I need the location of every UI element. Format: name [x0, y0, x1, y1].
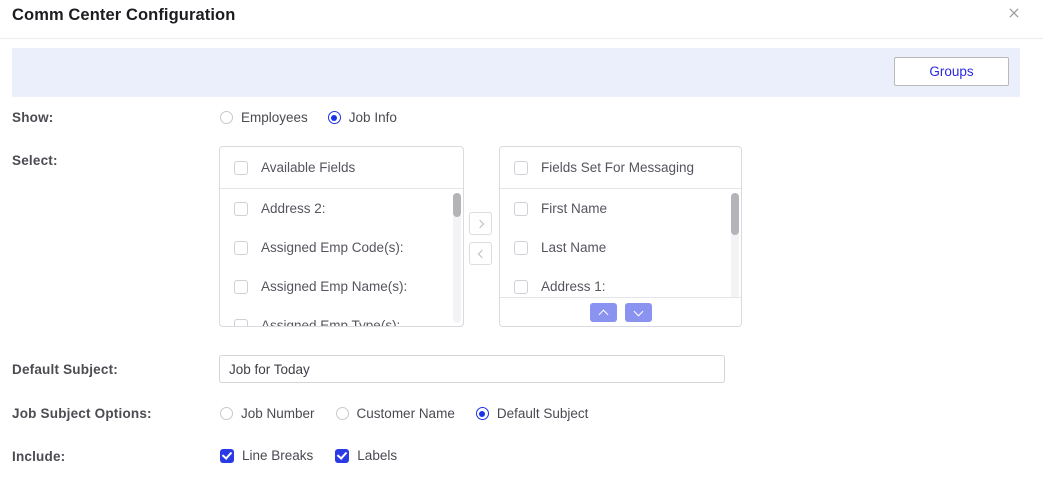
list-item-checkbox[interactable]	[514, 279, 528, 294]
default-subject-input[interactable]	[219, 355, 725, 383]
checkbox-indicator	[335, 448, 350, 463]
move-down-button[interactable]	[624, 303, 652, 322]
scrollbar-thumb[interactable]	[731, 193, 739, 235]
available-fields-list[interactable]: Address 2: Assigned Emp Code(s): Assigne…	[220, 189, 463, 327]
checkbox-line-breaks[interactable]: Line Breaks	[220, 448, 313, 463]
chevron-down-icon	[633, 306, 643, 316]
chevron-up-icon	[598, 309, 608, 319]
list-item-checkbox[interactable]	[234, 240, 248, 255]
radio-label: Default Subject	[496, 406, 589, 421]
radio-indicator	[335, 407, 349, 420]
list-item-checkbox[interactable]	[234, 201, 248, 216]
list-item[interactable]: Assigned Emp Type(s):	[220, 306, 463, 327]
scrollbar-thumb[interactable]	[453, 193, 461, 217]
list-item[interactable]: Assigned Emp Name(s):	[220, 267, 463, 306]
radio-customer-name[interactable]: Customer Name	[335, 406, 455, 421]
radio-default-subject[interactable]: Default Subject	[475, 406, 589, 421]
radio-label: Job Info	[348, 110, 397, 125]
checkbox-label: Labels	[357, 448, 398, 463]
default-subject-label: Default Subject:	[12, 362, 118, 377]
comm-center-configuration-dialog: Comm Center Configuration Groups Show: E…	[0, 0, 1043, 503]
radio-label: Employees	[241, 110, 308, 125]
chevron-right-icon	[475, 219, 484, 228]
transfer-button-group	[469, 212, 492, 265]
list-item-checkbox[interactable]	[234, 318, 248, 326]
list-item-label: Assigned Emp Type(s):	[261, 318, 401, 327]
list-item-checkbox[interactable]	[514, 240, 528, 255]
radio-indicator	[220, 111, 233, 124]
list-item-checkbox[interactable]	[514, 201, 528, 216]
checkbox-labels[interactable]: Labels	[335, 448, 397, 463]
chevron-left-icon	[477, 249, 486, 258]
list-item-label: Assigned Emp Code(s):	[261, 240, 404, 255]
list-item-label: First Name	[541, 201, 608, 216]
job-subject-options-radio-group: Job Number Customer Name Default Subject	[220, 406, 588, 421]
show-radio-group: Employees Job Info	[220, 110, 397, 125]
reorder-toolbar	[500, 297, 741, 326]
available-fields-scrollbar[interactable]	[453, 193, 461, 323]
list-item[interactable]: First Name	[500, 189, 741, 228]
radio-indicator	[327, 111, 341, 124]
list-item-label: Address 2:	[261, 201, 326, 216]
available-fields-header-row[interactable]: Available Fields	[220, 147, 463, 189]
include-checkbox-group: Line Breaks Labels	[220, 448, 397, 463]
list-item[interactable]: Assigned Emp Code(s):	[220, 228, 463, 267]
radio-show-employees[interactable]: Employees	[220, 110, 308, 125]
selected-fields-header-label: Fields Set For Messaging	[541, 160, 695, 175]
toolbar-band: Groups	[12, 48, 1020, 97]
available-fields-listbox: Available Fields Address 2: Assigned Emp…	[219, 146, 464, 327]
radio-indicator	[220, 407, 233, 420]
move-up-button[interactable]	[589, 303, 617, 322]
list-item[interactable]: Address 2:	[220, 189, 463, 228]
dialog-titlebar: Comm Center Configuration	[0, 0, 1043, 39]
list-item-checkbox[interactable]	[234, 279, 248, 294]
page-title: Comm Center Configuration	[12, 6, 236, 24]
close-icon[interactable]	[1003, 2, 1025, 24]
show-label: Show:	[12, 110, 54, 125]
fields-set-for-messaging-listbox: Fields Set For Messaging First Name Last…	[499, 146, 742, 327]
list-item[interactable]: Last Name	[500, 228, 741, 267]
radio-label: Customer Name	[356, 406, 455, 421]
radio-label: Job Number	[241, 406, 315, 421]
list-item-label: Last Name	[541, 240, 607, 255]
move-left-button[interactable]	[469, 242, 492, 265]
available-fields-header-label: Available Fields	[261, 160, 356, 175]
include-label: Include:	[12, 449, 66, 464]
job-subject-options-label: Job Subject Options:	[12, 406, 152, 421]
select-label: Select:	[12, 153, 58, 168]
radio-show-job-info[interactable]: Job Info	[327, 110, 397, 125]
groups-button[interactable]: Groups	[894, 57, 1009, 86]
list-item-label: Assigned Emp Name(s):	[261, 279, 408, 294]
checkbox-label: Line Breaks	[242, 448, 314, 463]
checkbox-indicator	[220, 448, 234, 463]
move-right-button[interactable]	[469, 212, 492, 235]
select-all-checkbox[interactable]	[514, 160, 528, 175]
selected-fields-list[interactable]: First Name Last Name Address 1:	[500, 189, 741, 326]
list-item-label: Address 1:	[541, 279, 606, 294]
select-all-checkbox[interactable]	[234, 160, 248, 175]
radio-indicator	[475, 407, 489, 420]
radio-job-number[interactable]: Job Number	[220, 406, 315, 421]
selected-fields-header-row[interactable]: Fields Set For Messaging	[500, 147, 741, 189]
